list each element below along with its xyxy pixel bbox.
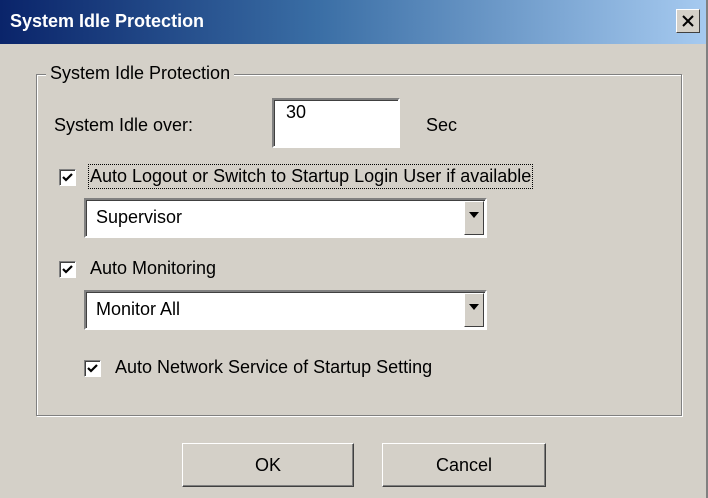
close-button[interactable] [676,9,700,33]
dialog-window: System Idle Protection System Idle Prote… [0,0,708,498]
ok-button[interactable]: OK [182,443,354,487]
login-user-dropdown-button[interactable] [464,201,484,235]
monitoring-mode-dropdown-button[interactable] [464,293,484,327]
auto-logout-checkbox[interactable] [59,169,76,186]
groupbox-legend: System Idle Protection [46,63,235,84]
auto-logout-label[interactable]: Auto Logout or Switch to Startup Login U… [87,164,534,189]
title-bar[interactable]: System Idle Protection [0,0,706,44]
login-user-selected: Supervisor [96,207,183,227]
monitoring-mode-dropdown[interactable]: Monitor All [84,290,487,330]
idle-time-unit: Sec [426,115,458,135]
dropdown-arrow-icon [469,212,479,218]
auto-network-checkbox[interactable] [84,360,101,377]
dropdown-arrow-icon [469,304,479,310]
checkmark-icon [62,265,73,274]
idle-time-input[interactable]: 30 [272,98,400,148]
close-icon [682,15,694,27]
auto-monitoring-label[interactable]: Auto Monitoring [90,258,216,279]
cancel-button[interactable]: Cancel [382,443,546,487]
auto-network-label[interactable]: Auto Network Service of Startup Setting [115,357,432,378]
window-title: System Idle Protection [10,11,205,31]
checkmark-icon [62,173,73,182]
idle-time-label: System Idle over: [54,115,194,135]
login-user-dropdown[interactable]: Supervisor [84,198,487,238]
auto-monitoring-checkbox[interactable] [59,261,76,278]
monitoring-mode-selected: Monitor All [96,299,181,319]
checkmark-icon [87,364,98,373]
